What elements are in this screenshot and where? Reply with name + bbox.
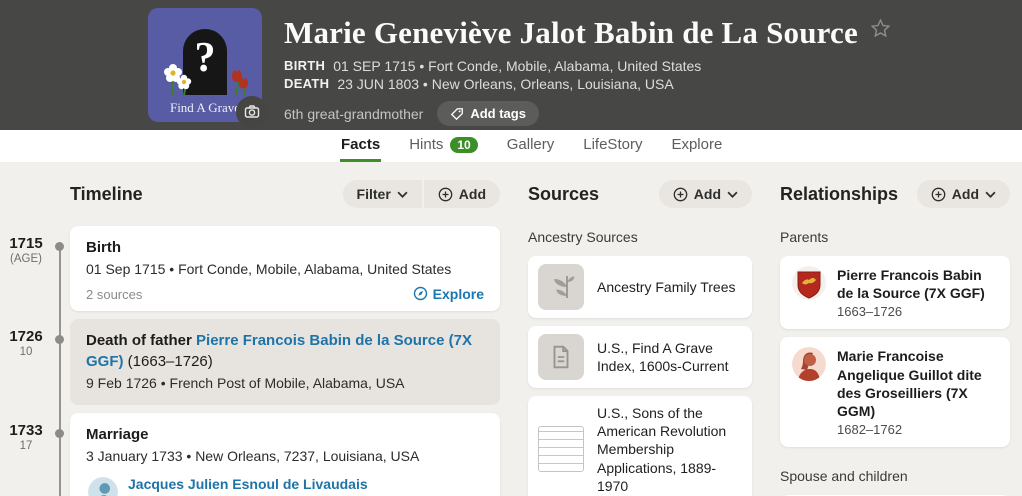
tab-explore[interactable]: Explore (670, 130, 723, 162)
camera-icon[interactable] (236, 96, 268, 128)
chevron-down-icon (727, 191, 738, 198)
spouse-children-group-label: Spouse and children (780, 468, 1010, 484)
event-year: 1715 (0, 235, 52, 252)
plus-circle-icon (438, 187, 453, 202)
source-label: U.S., Find A Grave Index, 1600s-Current (597, 339, 742, 375)
event-year: 1726 (0, 328, 52, 345)
vitals: BIRTH 01 SEP 1715 • Fort Conde, Mobile, … (284, 57, 891, 93)
person-profile-page: ? Find A Grave (0, 0, 1022, 496)
star-icon[interactable] (870, 18, 891, 44)
source-item-family-trees[interactable]: Ancestry Family Trees (528, 256, 752, 318)
relationships-add-button[interactable]: Add (917, 180, 1010, 208)
timeline-event-birth: 1715 (AGE) Birth 01 Sep 1715 • Fort Cond… (0, 226, 500, 311)
event-title-prefix: Death of father (86, 332, 192, 349)
event-title: Marriage (86, 424, 484, 445)
relationships-heading: Relationships (780, 184, 898, 205)
source-item-sar-applications[interactable]: U.S., Sons of the American Revolution Me… (528, 396, 752, 496)
chevron-down-icon (397, 191, 408, 198)
event-age: 17 (0, 440, 52, 452)
relationship-card-father[interactable]: Pierre Francois Babin de la Source (7X G… (780, 256, 1010, 329)
document-icon (538, 334, 584, 380)
profile-photo[interactable]: ? Find A Grave (148, 8, 262, 122)
event-card[interactable]: Marriage 3 January 1733 • New Orleans, 7… (70, 413, 500, 496)
timeline-add-button[interactable]: Add (424, 180, 500, 208)
birth-label: BIRTH (284, 57, 325, 75)
death-value: 23 JUN 1803 • New Orleans, Orleans, Loui… (337, 75, 673, 93)
timeline-filter-button[interactable]: Filter (343, 180, 422, 208)
relationship-label: 6th great-grandmother (284, 106, 423, 122)
person-name: Pierre Francois Babin de la Source (7X G… (837, 266, 998, 302)
explore-link[interactable]: Explore (413, 286, 484, 302)
timeline-dot (55, 242, 64, 251)
person-dates: 1663–1726 (837, 304, 998, 319)
birth-row: BIRTH 01 SEP 1715 • Fort Conde, Mobile, … (284, 57, 891, 75)
event-detail: 3 January 1733 • New Orleans, 7237, Loui… (86, 447, 484, 466)
page-title: Marie Geneviève Jalot Babin de La Source (284, 16, 858, 50)
event-detail: 9 Feb 1726 • French Post of Mobile, Alab… (86, 374, 484, 393)
event-title: Birth (86, 237, 484, 258)
source-label: U.S., Sons of the American Revolution Me… (597, 404, 742, 495)
add-tags-button[interactable]: Add tags (437, 101, 539, 126)
spouse-row: Jacques Julien Esnoul de Livaudais 1697–… (88, 476, 484, 496)
birth-value: 01 SEP 1715 • Fort Conde, Mobile, Alabam… (333, 57, 701, 75)
plus-circle-icon (673, 187, 688, 202)
facts-panel: Timeline Filter Add 17 (0, 162, 1022, 496)
timeline-event-marriage: 1733 17 Marriage 3 January 1733 • New Or… (0, 413, 500, 496)
timeline-dot (55, 335, 64, 344)
tag-icon (450, 107, 464, 121)
timeline-heading: Timeline (70, 184, 143, 205)
death-label: DEATH (284, 75, 329, 93)
event-age: (AGE) (0, 253, 52, 265)
female-avatar (792, 347, 826, 381)
timeline-dot (55, 429, 64, 438)
sources-section: Sources Add Ancestry Sources (528, 180, 752, 496)
tab-gallery[interactable]: Gallery (506, 130, 556, 162)
record-thumbnail (538, 426, 584, 472)
sources-heading: Sources (528, 184, 599, 205)
sources-add-button[interactable]: Add (659, 180, 752, 208)
relationships-section: Relationships Add Parents Pier (780, 180, 1010, 496)
svg-text:?: ? (195, 35, 216, 81)
event-year: 1733 (0, 422, 52, 439)
profile-tabbar: Facts Hints10 Gallery LifeStory Explore (0, 130, 1022, 162)
event-card[interactable]: Death of father Pierre Francois Babin de… (70, 319, 500, 405)
event-card[interactable]: Birth 01 Sep 1715 • Fort Conde, Mobile, … (70, 226, 500, 311)
male-avatar (88, 477, 118, 496)
source-item-find-a-grave-index[interactable]: U.S., Find A Grave Index, 1600s-Current (528, 326, 752, 388)
source-label: Ancestry Family Trees (597, 278, 735, 296)
event-sources-count: 2 sources (86, 287, 142, 302)
death-row: DEATH 23 JUN 1803 • New Orleans, Orleans… (284, 75, 891, 93)
timeline-event-death-of-father: 1726 10 Death of father Pierre Francois … (0, 319, 500, 405)
event-title-dates: (1663–1726) (128, 353, 213, 370)
person-dates: 1682–1762 (837, 422, 998, 437)
timeline-section: Timeline Filter Add 17 (0, 180, 500, 496)
parents-group-label: Parents (780, 229, 1010, 245)
relationship-card-mother[interactable]: Marie Francoise Angelique Guillot dite d… (780, 337, 1010, 447)
event-detail: 01 Sep 1715 • Fort Conde, Mobile, Alabam… (86, 260, 484, 279)
ancestry-sources-label: Ancestry Sources (528, 229, 752, 245)
compass-icon (413, 286, 428, 301)
crest-avatar (792, 266, 826, 300)
profile-header: ? Find A Grave (0, 0, 1022, 130)
plus-circle-icon (931, 187, 946, 202)
hints-count-badge: 10 (450, 137, 477, 153)
chevron-down-icon (985, 191, 996, 198)
person-name: Marie Francoise Angelique Guillot dite d… (837, 347, 998, 420)
tab-facts[interactable]: Facts (340, 130, 381, 162)
person-link[interactable]: Jacques Julien Esnoul de Livaudais (128, 476, 368, 492)
header-info: Marie Geneviève Jalot Babin de La Source… (262, 8, 891, 126)
tab-lifestory[interactable]: LifeStory (582, 130, 643, 162)
event-age: 10 (0, 346, 52, 358)
tab-hints[interactable]: Hints10 (408, 130, 479, 162)
ancestry-leaf-icon (538, 264, 584, 310)
photo-caption: Find A Grave (170, 100, 240, 115)
